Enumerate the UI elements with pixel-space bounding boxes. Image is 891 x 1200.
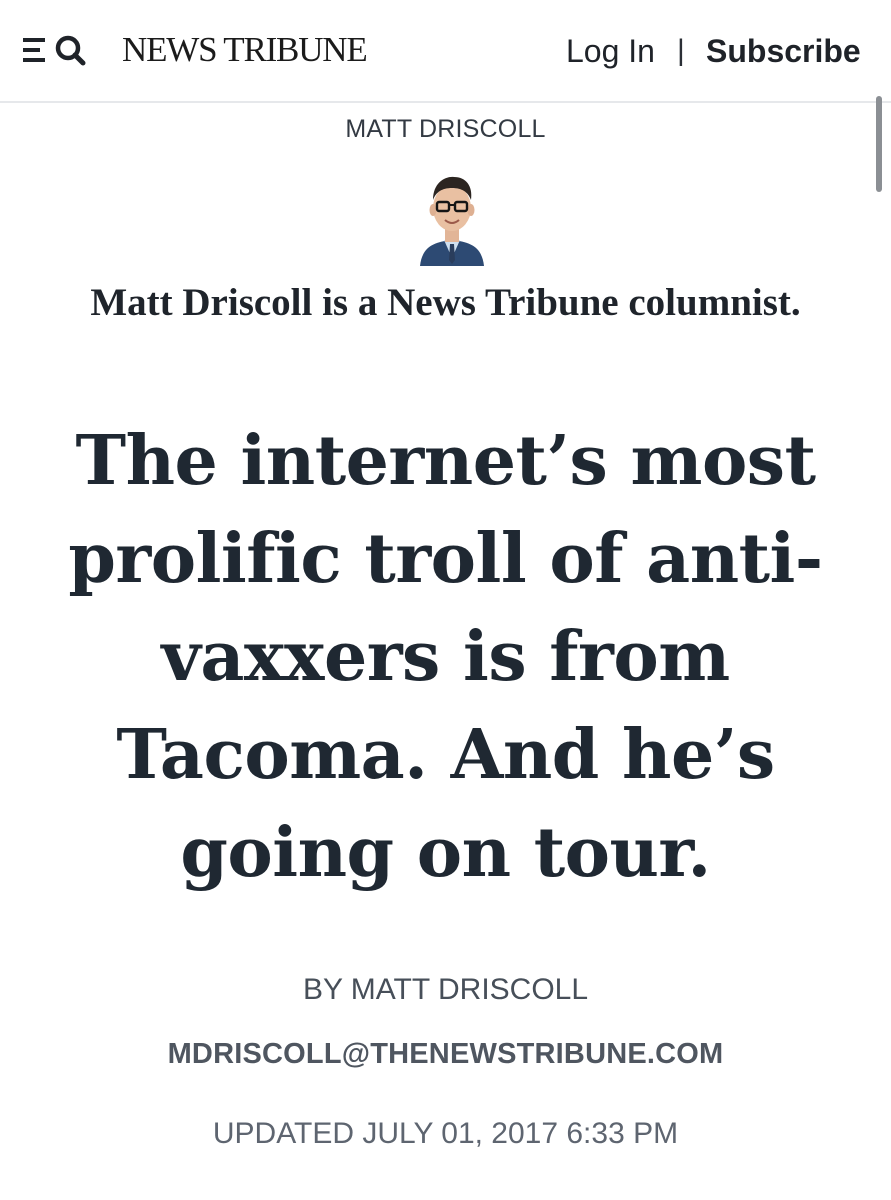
author-name[interactable]: MATT DRISCOLL [0, 114, 891, 144]
author-bio: Matt Driscoll is a News Tribune columnis… [90, 281, 801, 324]
author-email-link[interactable]: MDRISCOLL@THENEWSTRIBUNE.COM [0, 1036, 891, 1072]
author-avatar[interactable] [418, 168, 486, 266]
site-logo[interactable]: NEWS TRIBUNE [122, 30, 368, 70]
login-link[interactable]: Log In [566, 31, 655, 71]
hamburger-menu-icon[interactable] [20, 33, 50, 67]
article-byline: BY MATT DRISCOLL [302, 973, 589, 1006]
subscribe-link[interactable]: Subscribe [706, 31, 861, 71]
page-scrollbar[interactable] [876, 96, 882, 192]
nav-separator: | [677, 34, 685, 67]
article-headline: The internet’s most prolific troll of an… [68, 421, 823, 893]
article-updated-timestamp: UPDATED JULY 01, 2017 6:33 PM [212, 1117, 679, 1150]
menu-search-button[interactable] [20, 28, 94, 72]
search-icon[interactable] [52, 30, 92, 70]
site-header: NEWS TRIBUNE Log In | Subscribe [0, 0, 891, 103]
